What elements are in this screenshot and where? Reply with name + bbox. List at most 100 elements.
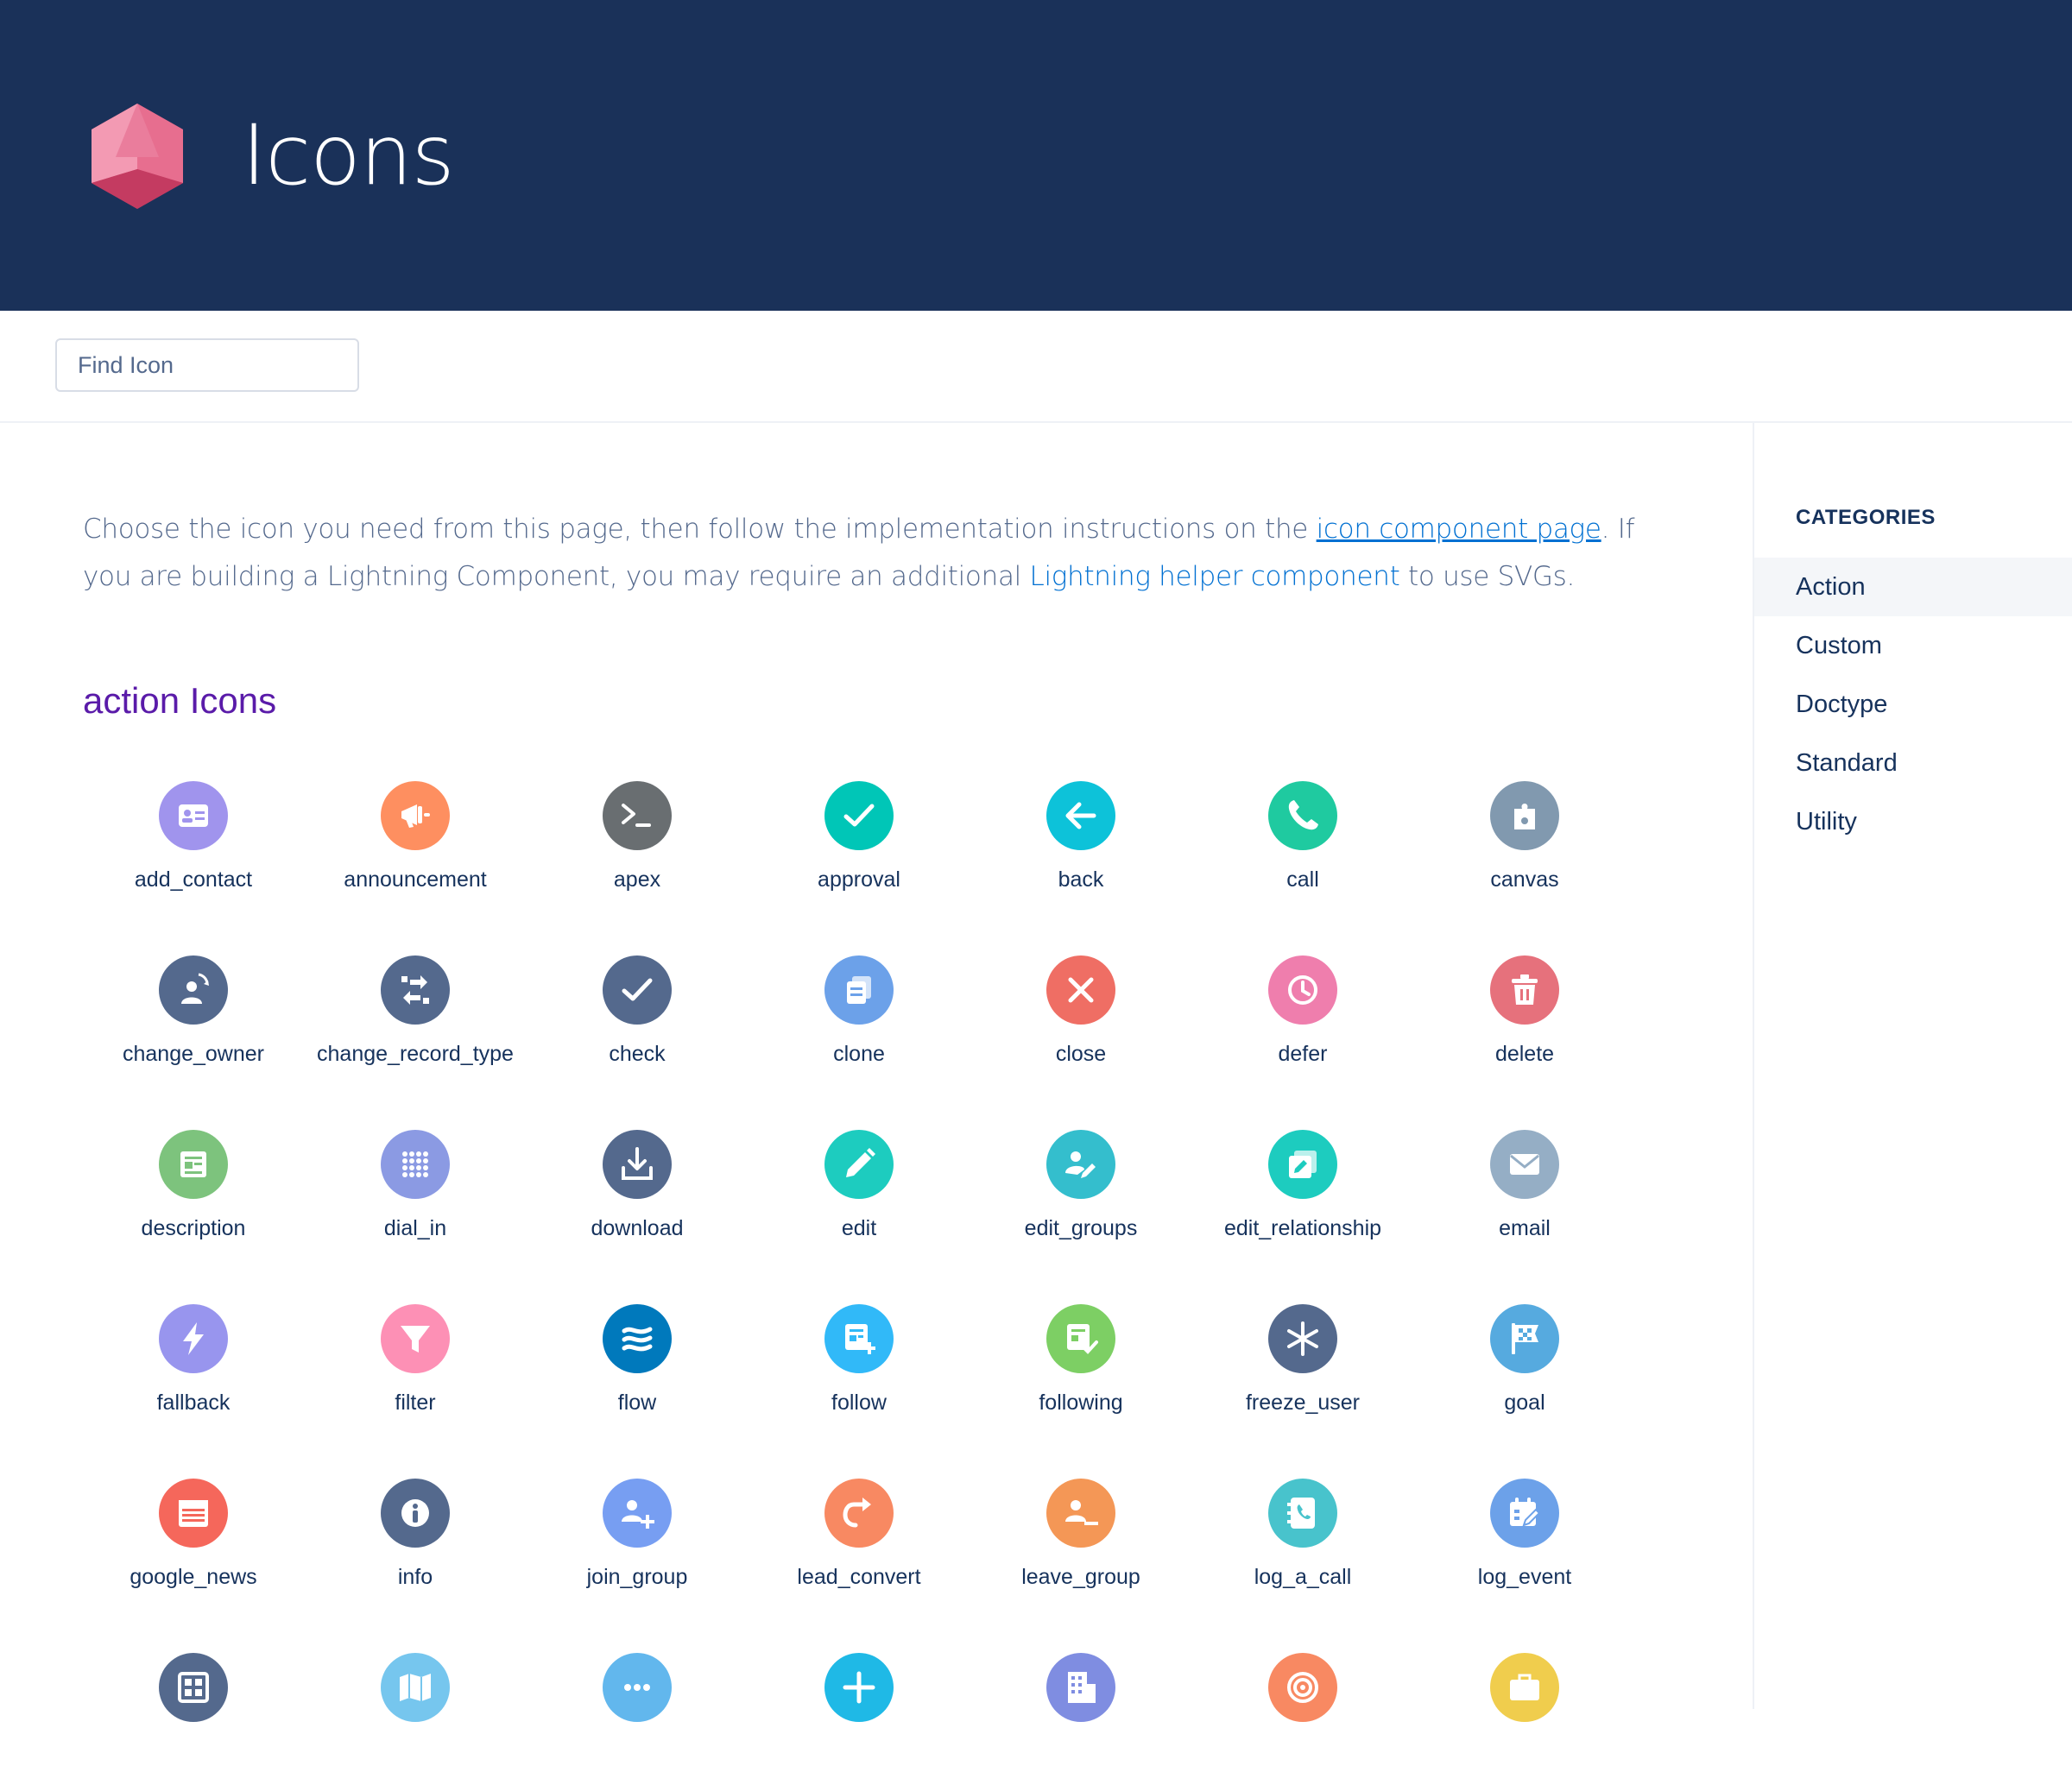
icon-tile[interactable]: description: [81, 1130, 306, 1268]
icon-label: info: [397, 1565, 433, 1589]
icon-label: dial_in: [383, 1216, 447, 1240]
layout-grid-icon: [159, 1653, 228, 1722]
icon-tile[interactable]: approval: [747, 781, 971, 919]
icon-tile[interactable]: google_news: [81, 1479, 306, 1617]
icon-label: description: [141, 1216, 246, 1240]
arrow-left-icon: [1046, 781, 1115, 850]
icon-tile[interactable]: [747, 1653, 971, 1791]
category-utility[interactable]: Utility: [1754, 792, 2072, 851]
info-icon: [381, 1479, 450, 1548]
icon-label: flow: [617, 1391, 657, 1415]
icon-tile[interactable]: flow: [525, 1304, 749, 1442]
group-minus-icon: [1046, 1479, 1115, 1548]
icon-label: follow: [831, 1391, 887, 1415]
icon-tile[interactable]: [81, 1653, 306, 1791]
icon-label: call: [1286, 867, 1319, 892]
icon-tile[interactable]: email: [1412, 1130, 1637, 1268]
icon-tile[interactable]: edit_groups: [969, 1130, 1193, 1268]
icon-tile[interactable]: info: [303, 1479, 527, 1617]
pencil-icon: [824, 1130, 894, 1199]
icon-label: add_contact: [134, 867, 253, 892]
icon-label: apex: [613, 867, 661, 892]
group-plus-icon: [603, 1479, 672, 1548]
icon-tile[interactable]: dial_in: [303, 1130, 527, 1268]
icon-tile[interactable]: log_a_call: [1191, 1479, 1415, 1617]
icon-tile[interactable]: fallback: [81, 1304, 306, 1442]
icon-tile[interactable]: join_group: [525, 1479, 749, 1617]
icon-tile[interactable]: defer: [1191, 955, 1415, 1094]
envelope-icon: [1490, 1130, 1559, 1199]
icon-tile[interactable]: change_record_type: [303, 955, 527, 1094]
icon-label: download: [591, 1216, 684, 1240]
copy-icon: [824, 955, 894, 1025]
icon-tile[interactable]: check: [525, 955, 749, 1094]
icon-label: edit_groups: [1024, 1216, 1138, 1240]
icon-tile[interactable]: [969, 1653, 1193, 1791]
calendar-edit-icon: [1490, 1479, 1559, 1548]
icon-tile[interactable]: call: [1191, 781, 1415, 919]
briefcase-icon: [1490, 1653, 1559, 1722]
phone-icon: [1268, 781, 1337, 850]
icon-label: back: [1058, 867, 1104, 892]
icon-tile[interactable]: filter: [303, 1304, 527, 1442]
building-icon: [1046, 1653, 1115, 1722]
icon-tile[interactable]: goal: [1412, 1304, 1637, 1442]
icon-tile[interactable]: add_contact: [81, 781, 306, 919]
snowflake-icon: [1268, 1304, 1337, 1373]
icon-label: log_a_call: [1254, 1565, 1352, 1589]
swap-arrows-icon: [381, 955, 450, 1025]
keypad-icon: [381, 1130, 450, 1199]
puzzle-icon: [1490, 781, 1559, 850]
icon-tile[interactable]: edit_relationship: [1191, 1130, 1415, 1268]
icon-label: google_news: [130, 1565, 257, 1589]
download-icon: [603, 1130, 672, 1199]
category-standard[interactable]: Standard: [1754, 734, 2072, 792]
icon-tile[interactable]: [525, 1653, 749, 1791]
contact-card-icon: [159, 781, 228, 850]
icon-tile[interactable]: apex: [525, 781, 749, 919]
icon-tile[interactable]: close: [969, 955, 1193, 1094]
relationship-edit-icon: [1268, 1130, 1337, 1199]
icon-tile[interactable]: [1191, 1653, 1415, 1791]
icon-label: fallback: [156, 1391, 231, 1415]
icon-label: filter: [395, 1391, 436, 1415]
icon-tile[interactable]: following: [969, 1304, 1193, 1442]
icon-label: canvas: [1490, 867, 1559, 892]
icon-tile[interactable]: clone: [747, 955, 971, 1094]
categories-sidebar: CATEGORIES Action Custom Doctype Standar…: [1753, 423, 2072, 1709]
icon-tile[interactable]: follow: [747, 1304, 971, 1442]
lightning-bolt-icon: [159, 1304, 228, 1373]
icon-tile[interactable]: edit: [747, 1130, 971, 1268]
icon-tile[interactable]: back: [969, 781, 1193, 919]
person-swap-icon: [159, 955, 228, 1025]
icon-tile[interactable]: download: [525, 1130, 749, 1268]
icon-label: join_group: [586, 1565, 688, 1589]
icon-label: goal: [1504, 1391, 1545, 1415]
category-doctype[interactable]: Doctype: [1754, 675, 2072, 734]
icon-tile[interactable]: announcement: [303, 781, 527, 919]
icon-tile[interactable]: canvas: [1412, 781, 1637, 919]
icon-tile[interactable]: freeze_user: [1191, 1304, 1415, 1442]
plus-icon: [824, 1653, 894, 1722]
icon-tile[interactable]: [1412, 1653, 1637, 1791]
map-icon: [381, 1653, 450, 1722]
icon-label: freeze_user: [1245, 1391, 1361, 1415]
icon-tile[interactable]: [303, 1653, 527, 1791]
phone-book-icon: [1268, 1479, 1337, 1548]
icon-tile[interactable]: delete: [1412, 955, 1637, 1094]
icon-tile[interactable]: lead_convert: [747, 1479, 971, 1617]
category-action[interactable]: Action: [1754, 558, 2072, 616]
icon-label: change_record_type: [317, 1042, 514, 1066]
document-plus-icon: [824, 1304, 894, 1373]
icon-tile[interactable]: leave_group: [969, 1479, 1193, 1617]
x-icon: [1046, 955, 1115, 1025]
icon-tile[interactable]: change_owner: [81, 955, 306, 1094]
newspaper-icon: [159, 1479, 228, 1548]
categories-heading: CATEGORIES: [1796, 506, 1936, 529]
group-edit-icon: [1046, 1130, 1115, 1199]
icon-label: edit_relationship: [1223, 1216, 1382, 1240]
icon-tile[interactable]: log_event: [1412, 1479, 1637, 1617]
icon-label: leave_group: [1021, 1565, 1140, 1589]
target-icon: [1268, 1653, 1337, 1722]
category-custom[interactable]: Custom: [1754, 616, 2072, 675]
